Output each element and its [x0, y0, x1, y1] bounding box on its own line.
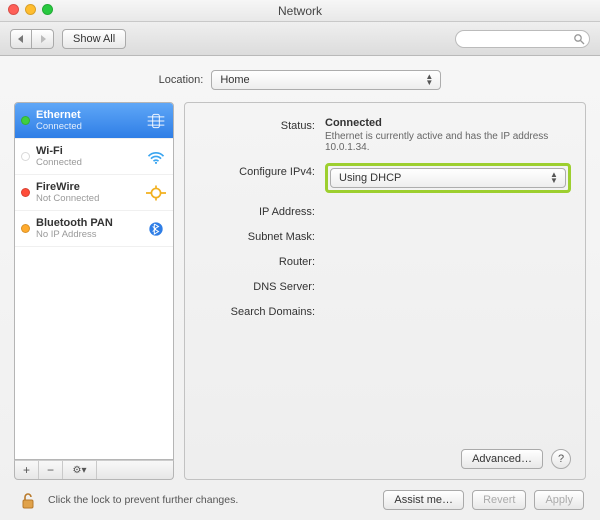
status-value: Connected: [325, 117, 571, 129]
detail-footer: Advanced… ?: [195, 449, 571, 469]
status-dot-icon: [21, 224, 30, 233]
dns-server-label: DNS Server:: [195, 278, 315, 293]
router-label: Router:: [195, 253, 315, 268]
subnet-mask-label: Subnet Mask:: [195, 228, 315, 243]
titlebar: Network: [0, 0, 600, 22]
interface-name: Bluetooth PAN: [36, 217, 139, 229]
actions-menu-button[interactable]: ⚙︎▾: [63, 461, 97, 479]
interface-sub: No IP Address: [36, 229, 139, 240]
ip-address-label: IP Address:: [195, 203, 315, 218]
status-description: Ethernet is currently active and has the…: [325, 131, 555, 153]
interface-name: FireWire: [36, 181, 139, 193]
ethernet-icon: [145, 112, 167, 130]
configure-ipv4-highlight: Using DHCP ▲▼: [325, 163, 571, 193]
bluetooth-icon: [145, 220, 167, 238]
interface-sub: Connected: [36, 157, 139, 168]
status-dot-icon: [21, 152, 30, 161]
nav-segment: [10, 29, 54, 49]
close-window-button[interactable]: [8, 4, 19, 15]
minimize-window-button[interactable]: [25, 4, 36, 15]
chevron-updown-icon: ▲▼: [547, 172, 561, 184]
lock-message: Click the lock to prevent further change…: [48, 494, 375, 506]
interface-name: Ethernet: [36, 109, 139, 121]
lock-icon[interactable]: [16, 488, 40, 512]
help-button[interactable]: ?: [551, 449, 571, 469]
list-footer: + − ⚙︎▾: [14, 460, 174, 480]
interface-item-firewire[interactable]: FireWire Not Connected: [15, 175, 173, 211]
chevron-updown-icon: ▲▼: [422, 74, 436, 86]
revert-button[interactable]: Revert: [472, 490, 526, 510]
remove-interface-button[interactable]: −: [39, 461, 63, 479]
detail-panel: Status: Connected Ethernet is currently …: [184, 102, 586, 480]
show-all-button[interactable]: Show All: [62, 29, 126, 49]
firewire-icon: [145, 184, 167, 202]
interface-list: Ethernet Connected Wi-Fi Connected: [14, 102, 174, 460]
status-dot-icon: [21, 188, 30, 197]
configure-ipv4-select[interactable]: Using DHCP ▲▼: [330, 168, 566, 188]
interface-item-bluetooth[interactable]: Bluetooth PAN No IP Address: [15, 211, 173, 247]
status-block: Connected Ethernet is currently active a…: [325, 117, 571, 153]
window-title: Network: [278, 4, 322, 18]
interface-item-wifi[interactable]: Wi-Fi Connected: [15, 139, 173, 175]
panels: Ethernet Connected Wi-Fi Connected: [14, 102, 586, 480]
search-domains-label: Search Domains:: [195, 303, 315, 318]
back-button[interactable]: [10, 29, 32, 49]
interface-sub: Connected: [36, 121, 139, 132]
status-label: Status:: [195, 117, 315, 132]
forward-button[interactable]: [32, 29, 54, 49]
assist-me-button[interactable]: Assist me…: [383, 490, 464, 510]
status-dot-icon: [21, 116, 30, 125]
toolbar: Show All: [0, 22, 600, 56]
interface-name: Wi-Fi: [36, 145, 139, 157]
configure-ipv4-label: Configure IPv4:: [195, 163, 315, 178]
zoom-window-button[interactable]: [42, 4, 53, 15]
advanced-button[interactable]: Advanced…: [461, 449, 543, 469]
search-icon: [573, 33, 585, 45]
location-value: Home: [220, 74, 249, 86]
configure-ipv4-value: Using DHCP: [339, 172, 401, 184]
add-interface-button[interactable]: +: [15, 461, 39, 479]
wifi-icon: [145, 148, 167, 166]
preferences-body: Location: Home ▲▼ Ethernet Connected: [0, 56, 600, 520]
location-row: Location: Home ▲▼: [14, 66, 586, 102]
bottom-bar: Click the lock to prevent further change…: [14, 480, 586, 512]
search-field[interactable]: [455, 30, 590, 48]
interface-sub: Not Connected: [36, 193, 139, 204]
location-select[interactable]: Home ▲▼: [211, 70, 441, 90]
interface-item-ethernet[interactable]: Ethernet Connected: [15, 103, 173, 139]
location-label: Location:: [159, 74, 204, 86]
apply-button[interactable]: Apply: [534, 490, 584, 510]
traffic-lights: [8, 4, 53, 15]
sidebar: Ethernet Connected Wi-Fi Connected: [14, 102, 174, 480]
